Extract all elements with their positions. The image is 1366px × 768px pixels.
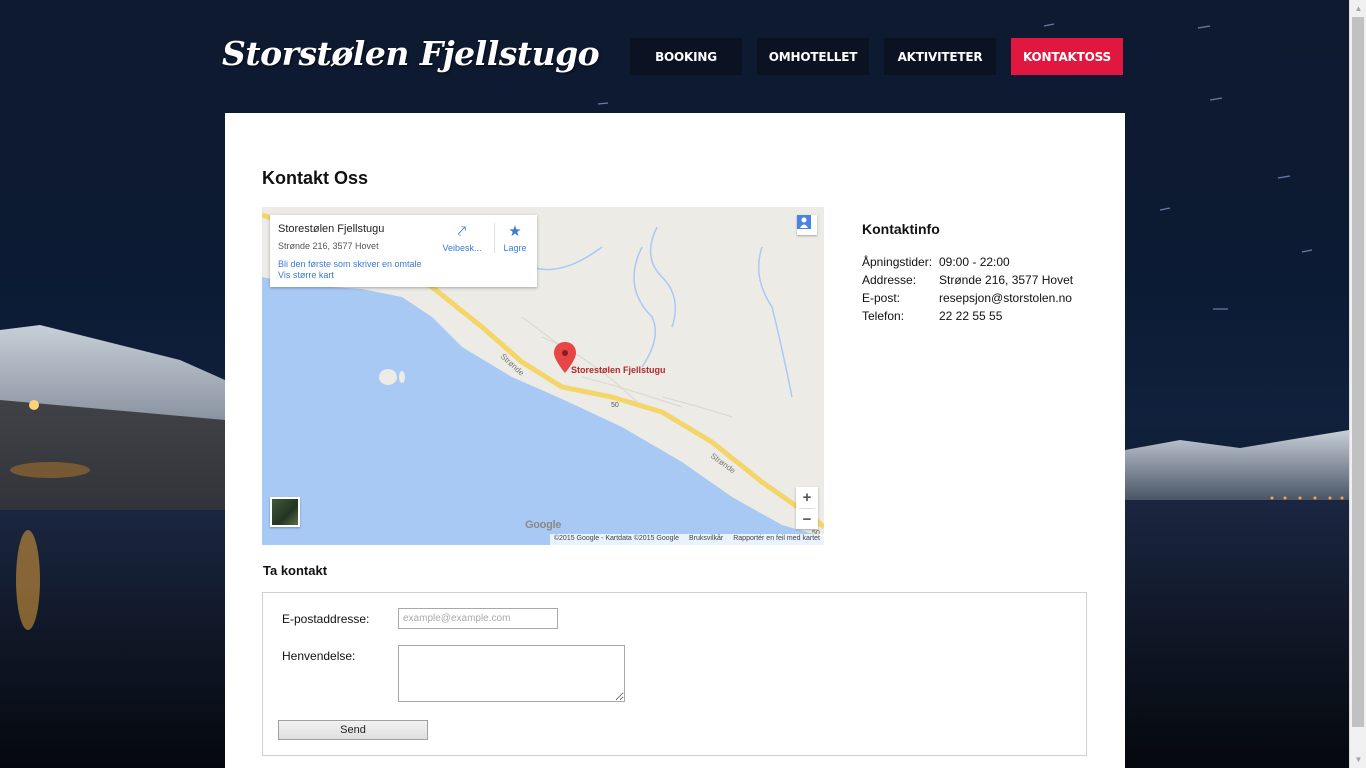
map-info-card: Storestølen Fjellstugu Strønde 216, 3577…: [270, 215, 537, 287]
map-pin-label[interactable]: Storestølen Fjellstugu: [571, 365, 666, 375]
info-key: Telefon:: [862, 309, 905, 323]
info-row-address: Addresse: Strønde 216, 3577 Hovet: [862, 271, 1102, 289]
map-terms-link[interactable]: Bruksvilkår: [689, 535, 723, 544]
map-report-link[interactable]: Rapportér en feil med kartet: [733, 535, 820, 544]
info-value: resepsjon@storstolen.no: [939, 291, 1072, 305]
embedded-map[interactable]: StrøndeStrønde5050 Storestølen Fjellstug…: [262, 207, 824, 545]
scroll-down-arrow-icon[interactable]: ▼: [1350, 751, 1366, 768]
street-view-pegman-icon[interactable]: [797, 215, 817, 235]
scrollbar-thumb[interactable]: [1352, 17, 1364, 727]
contact-form-title: Ta kontakt: [263, 563, 328, 578]
nav-aktiviteter[interactable]: AKTIVITETER: [884, 38, 996, 75]
google-logo: Google: [525, 519, 562, 531]
message-label: Henvendelse:: [282, 649, 356, 663]
map-larger-link[interactable]: Vis større kart: [278, 270, 334, 280]
directions-icon: ⤤: [457, 223, 467, 240]
info-key: Åpningstider:: [862, 255, 933, 269]
map-directions-label: Veibesk...: [442, 243, 482, 253]
email-label: E-postaddresse:: [282, 612, 370, 626]
nav-omhotellet[interactable]: OMHOTELLET: [757, 38, 869, 75]
map-place-name: Storestølen Fjellstugu: [278, 223, 385, 235]
info-value: Strønde 216, 3577 Hovet: [939, 273, 1074, 287]
road-number-shield: 50: [611, 402, 619, 409]
map-save-label: Lagre: [503, 243, 527, 253]
info-value: 22 22 55 55: [939, 309, 1003, 323]
page-title: Kontakt Oss: [262, 168, 369, 188]
info-key: E-post:: [862, 291, 901, 305]
nav-booking[interactable]: BOOKING: [630, 38, 742, 75]
info-value: 09:00 - 22:00: [939, 255, 1010, 269]
main-nav: BOOKING OMHOTELLET AKTIVITETER KONTAKTOS…: [630, 38, 1123, 75]
email-field[interactable]: [398, 608, 558, 629]
map-attribution-bar: ©2015 Google - Kartdata ©2015 Google Bru…: [549, 534, 824, 545]
scroll-up-arrow-icon[interactable]: ▲: [1350, 0, 1366, 17]
message-textarea[interactable]: [398, 645, 625, 702]
map-directions-button[interactable]: ⤤ Veibesk...: [442, 223, 482, 254]
satellite-toggle-thumbnail[interactable]: [270, 497, 300, 527]
send-button[interactable]: Send: [278, 720, 428, 740]
info-row-phone: Telefon: 22 22 55 55: [862, 307, 1102, 325]
zoom-in-button[interactable]: +: [796, 487, 818, 508]
star-icon: ★: [508, 223, 522, 240]
contact-info-title: Kontaktinfo: [862, 221, 940, 237]
map-attribution-text: ©2015 Google - Kartdata ©2015 Google: [553, 535, 679, 542]
page-scrollbar[interactable]: ▲ ▼: [1349, 0, 1366, 768]
map-save-button[interactable]: ★ Lagre: [500, 223, 530, 254]
map-place-address: Strønde 216, 3577 Hovet: [278, 241, 379, 251]
info-row-email: E-post: resepsjon@storstolen.no: [862, 289, 1102, 307]
content-panel: Kontakt Oss Strønde Strønde 50 Storestøl…: [225, 113, 1125, 768]
map-zoom-control: + −: [796, 487, 818, 529]
contact-info: Kontaktinfo Åpningstider: 09:00 - 22:00 …: [862, 221, 1102, 325]
nav-kontaktoss[interactable]: KONTAKTOSS: [1011, 38, 1123, 75]
info-row-opening-hours: Åpningstider: 09:00 - 22:00: [862, 253, 1102, 271]
contact-form: E-postaddresse: Henvendelse: Send: [262, 592, 1087, 756]
site-logo[interactable]: Storstølen Fjellstugo: [222, 34, 600, 73]
info-key: Addresse:: [862, 273, 917, 287]
map-card-divider: [494, 223, 495, 253]
map-review-link[interactable]: Bli den første som skriver en omtale: [278, 259, 422, 269]
zoom-out-button[interactable]: −: [796, 509, 818, 530]
